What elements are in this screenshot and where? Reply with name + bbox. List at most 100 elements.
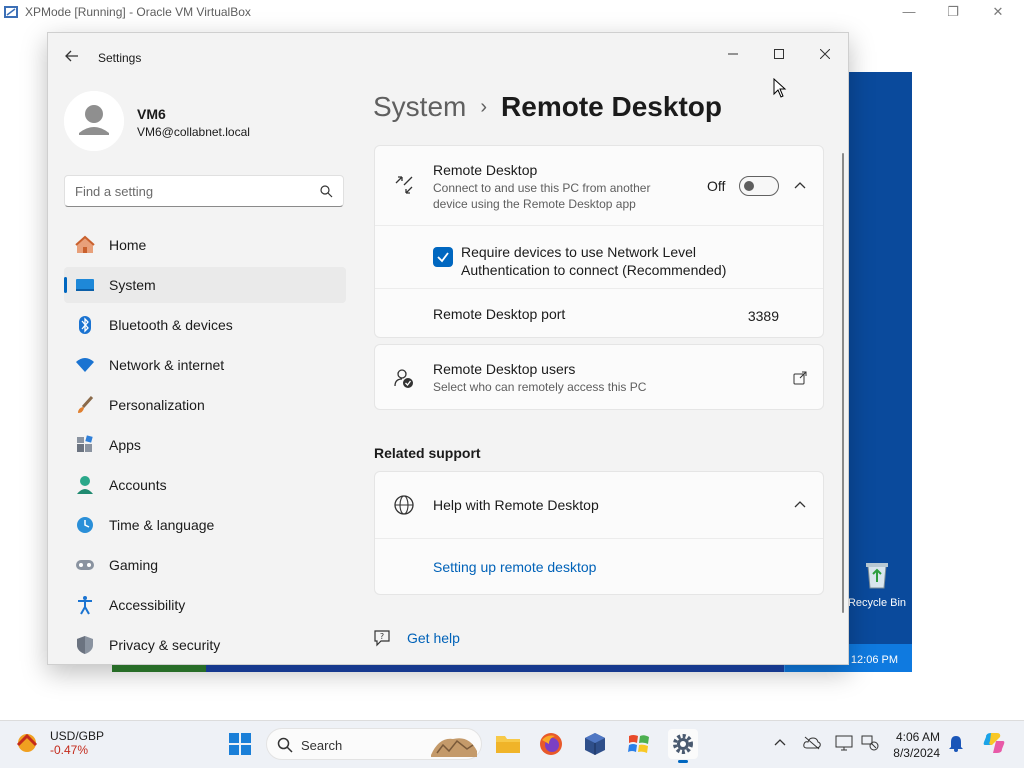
sidebar-item-time-language[interactable]: Time & language [64, 507, 346, 543]
windows-xp-button[interactable] [624, 729, 654, 759]
globe-icon [394, 495, 414, 515]
chevron-up-icon[interactable] [793, 498, 807, 512]
sidebar-item-apps[interactable]: Apps [64, 427, 346, 463]
sidebar-item-network[interactable]: Network & internet [64, 347, 346, 383]
taskbar-clock[interactable]: 4:06 AM 8/3/2024 [884, 729, 940, 761]
help-link-row: Setting up remote desktop [375, 539, 823, 595]
firefox-button[interactable] [536, 729, 566, 759]
profile-name: VM6 [137, 106, 166, 122]
help-chat-icon: ? [374, 630, 390, 647]
remote-desktop-subtitle: Connect to and use this PC from another … [433, 181, 651, 211]
help-card: Help with Remote Desktop Setting up remo… [374, 471, 824, 595]
bell-icon [949, 736, 963, 752]
close-icon [819, 48, 831, 60]
sidebar-item-home[interactable]: Home [64, 227, 346, 263]
network-tray[interactable] [860, 733, 880, 753]
port-row: Remote Desktop port 3389 [375, 289, 823, 337]
brush-icon [75, 395, 95, 415]
settings-taskbar-button[interactable] [668, 729, 698, 763]
remote-desktop-card: Remote Desktop Connect to and use this P… [374, 145, 824, 338]
search-icon [320, 185, 333, 198]
windows-xp-icon [628, 735, 649, 753]
start-button[interactable] [225, 729, 255, 759]
currency-icon [16, 733, 38, 752]
port-value: 3389 [747, 308, 779, 324]
svg-text:?: ? [380, 632, 384, 641]
sidebar-item-privacy[interactable]: Privacy & security [64, 627, 346, 663]
taskbar-search[interactable]: Search [266, 728, 482, 760]
get-help-label: Get help [407, 630, 460, 646]
chevron-up-icon [774, 739, 786, 746]
chevron-up-icon[interactable] [793, 179, 807, 193]
search-icon [277, 737, 293, 753]
sidebar-item-label: Personalization [109, 397, 205, 413]
display-tray[interactable] [834, 733, 854, 753]
virtualbox-title: XPMode [Running] - Oracle VM VirtualBox [25, 5, 251, 19]
user-avatar-icon [64, 91, 124, 151]
file-explorer-button[interactable] [493, 729, 523, 759]
sidebar-item-personalization[interactable]: Personalization [64, 387, 346, 423]
maximize-button[interactable] [757, 39, 801, 69]
breadcrumb-parent[interactable]: System [373, 91, 466, 122]
nla-row: Require devices to use Network Level Aut… [375, 226, 823, 289]
apps-icon [75, 435, 95, 455]
back-button[interactable] [62, 49, 82, 69]
remote-desktop-toggle[interactable] [739, 176, 779, 196]
firefox-icon [540, 733, 562, 755]
accounts-icon [75, 475, 95, 495]
users-title: Remote Desktop users [433, 361, 576, 377]
recycle-bin-label: Recycle Bin [847, 597, 907, 609]
sidebar-item-label: Accounts [109, 477, 167, 493]
sidebar-item-gaming[interactable]: Gaming [64, 547, 346, 583]
recycle-bin[interactable]: Recycle Bin [844, 560, 910, 609]
sidebar-item-accounts[interactable]: Accounts [64, 467, 346, 503]
close-button[interactable] [803, 39, 847, 69]
notifications-button[interactable] [946, 733, 966, 753]
help-row[interactable]: Help with Remote Desktop [375, 472, 823, 539]
remote-desktop-title: Remote Desktop [433, 162, 538, 178]
scrollbar[interactable] [842, 153, 844, 613]
sidebar-item-label: Gaming [109, 557, 159, 573]
gamepad-icon [75, 555, 95, 575]
sidebar-item-label: Home [109, 237, 147, 253]
show-hidden-icons-button[interactable] [770, 733, 790, 753]
settings-search[interactable] [64, 175, 344, 207]
vbox-close-button[interactable]: ✕ [988, 3, 1008, 21]
window-title: Settings [98, 51, 142, 65]
virtualbox-icon [4, 6, 18, 18]
avatar[interactable] [64, 91, 124, 151]
related-support-heading: Related support [374, 445, 481, 461]
taskbar: USD/GBP -0.47% Search 4:06 AM 8/3/2024 [0, 720, 1024, 768]
sidebar-item-bluetooth[interactable]: Bluetooth & devices [64, 307, 346, 343]
clock-time: 4:06 AM [895, 730, 940, 744]
minimize-button[interactable] [711, 39, 755, 69]
virtualbox-icon [585, 733, 605, 755]
minimize-icon [728, 53, 738, 55]
recycle-bin-icon [866, 563, 888, 589]
get-help-link[interactable]: ? Get help [373, 629, 460, 647]
remote-desktop-users-card[interactable]: Remote Desktop users Select who can remo… [374, 344, 824, 410]
search-input[interactable] [75, 176, 315, 206]
bluetooth-icon [75, 315, 95, 335]
virtualbox-button[interactable] [580, 729, 610, 759]
sidebar-nav: Home System Bluetooth & devices Network … [64, 227, 346, 664]
cloud-offline-tray[interactable] [802, 733, 822, 753]
copilot-button[interactable] [982, 731, 1006, 755]
vbox-restore-button[interactable]: ❐ [943, 3, 963, 21]
settings-window: Settings VM6 VM6@collabnet.local Home [47, 32, 849, 665]
open-external-icon[interactable] [793, 371, 807, 385]
settings-icon [673, 734, 693, 754]
sidebar-item-system[interactable]: System [64, 267, 346, 303]
nla-checkbox[interactable] [433, 247, 453, 267]
setup-remote-desktop-link[interactable]: Setting up remote desktop [433, 559, 596, 575]
display-icon [835, 735, 853, 751]
sidebar-item-label: Network & internet [109, 357, 225, 373]
sidebar-item-accessibility[interactable]: Accessibility [64, 587, 346, 623]
search-label: Search [301, 738, 343, 753]
vbox-minimize-button[interactable]: — [899, 3, 919, 21]
wifi-icon [75, 355, 95, 375]
remote-desktop-row[interactable]: Remote Desktop Connect to and use this P… [375, 146, 823, 226]
network-off-icon [861, 735, 879, 751]
currency-widget[interactable]: USD/GBP -0.47% [14, 729, 104, 757]
nla-label: Require devices to use Network Level Aut… [461, 244, 727, 278]
